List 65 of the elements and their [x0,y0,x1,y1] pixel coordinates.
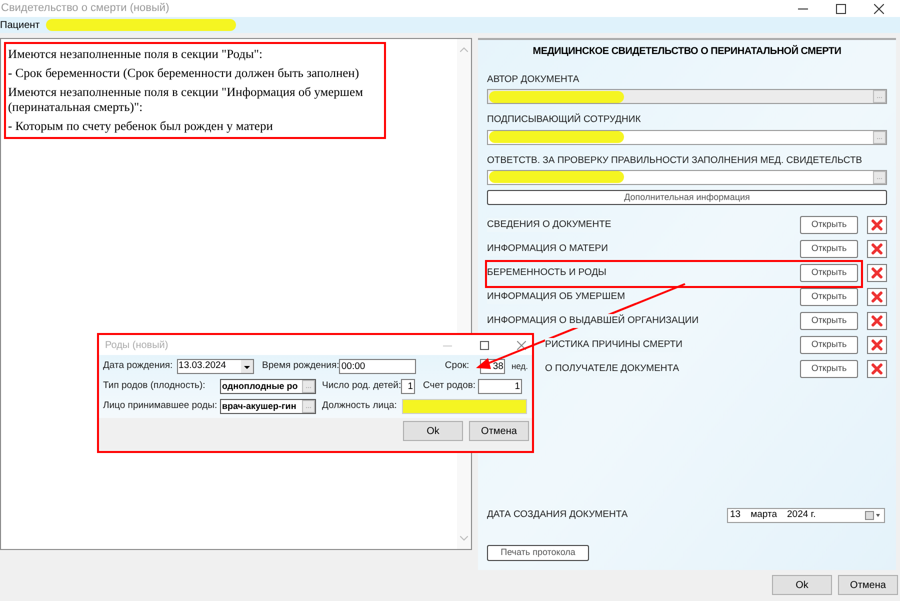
open-button[interactable]: Открыть [800,264,858,282]
warning-message: - Срок беременности (Срок беременности должен быть заполнен) [8,66,360,81]
extra-info-button[interactable]: Дополнительная информация [487,190,887,205]
section-label: ИНФОРМАЦИЯ О ВЫДАВШЕЙ ОРГАНИЗАЦИИ [487,314,699,328]
field-label: Дата рождения: [103,359,174,374]
date-picker[interactable]: 13 марта 2024 г. [727,508,885,523]
section-label: ИНФОРМАЦИЯ О МАТЕРИ [487,242,608,256]
field-label: Лицо принимавшее роды: [103,399,218,414]
section-label: СВЕДЕНИЯ О ДОКУМЕНТЕ [487,218,612,232]
section-label: ИНФОРМАЦИЯ ОБ УМЕРШЕМ [487,290,625,304]
open-button[interactable]: Открыть [800,360,858,378]
cross-icon [871,290,883,303]
field-label: ОТВЕТСТВ. ЗА ПРОВЕРКУ ПРАВИЛЬНОСТИ ЗАПОЛНЕНИЯ МЕД. СВИДЕТЕЛЬСТВ [487,154,864,168]
delete-button[interactable] [867,216,887,234]
unit-label: нед. [511,360,528,373]
dialog-button[interactable]: Отмена [838,575,898,595]
cross-icon [871,338,883,351]
maximize-icon[interactable] [836,4,846,14]
cross-icon [871,314,883,327]
open-button[interactable]: Открыть [800,312,858,330]
dialog-button[interactable]: Ok [403,421,463,441]
open-button[interactable]: Открыть [800,240,858,258]
children-field[interactable]: 1 [401,379,415,394]
delete-button[interactable] [867,288,887,306]
section-label: О ПОЛУЧАТЕЛЕ ДОКУМЕНТА [545,362,680,376]
count-field[interactable]: 1 [478,379,522,394]
delete-button[interactable] [867,336,887,354]
close-icon[interactable] [874,4,884,14]
window-title: Свидетельство о смерти (новый) [0,1,170,16]
delete-button[interactable] [867,360,887,378]
position-field[interactable] [402,399,527,414]
cross-icon [871,362,883,375]
delete-button[interactable] [867,264,887,282]
delete-button[interactable] [867,312,887,330]
field-label: ПОДПИСЫВАЮЩИЙ СОТРУДНИК [487,113,642,128]
open-button[interactable]: Открыть [800,288,858,306]
dialog-button[interactable]: Отмена [469,421,529,441]
field-label: Срок: [444,359,470,374]
warning-message: Имеются незаполненные поля в секции "Роды": [8,47,264,62]
cross-icon [871,218,883,231]
open-button[interactable]: Открыть [800,216,858,234]
field-label: Должность лица: [322,399,398,414]
field-label: Время рождения: [262,359,340,374]
dialog-button[interactable]: Ok [772,575,832,595]
time-field[interactable]: 00:00 [339,359,416,374]
field-label: АВТОР ДОКУМЕНТА [487,73,580,87]
date-field[interactable]: 13.03.2024 [176,359,254,374]
calendar-icon[interactable] [865,510,881,520]
field-label: Тип родов (плодность): [103,379,206,394]
field-label: Счет родов: [423,379,477,394]
dropdown-icon[interactable] [241,360,254,373]
field-label: Число род. детей: [322,379,401,394]
open-button[interactable]: Открыть [800,336,858,354]
patient-label: Пациент [0,18,40,32]
form-title: МЕДИЦИНСКОЕ СВИДЕТЕЛЬСТВО О ПЕРИНАТАЛЬНОЙ СМЕРТИ [532,44,842,59]
warning-message: - Которым по счету ребенок был рожден у матери [8,119,274,134]
dialog-title: Роды (новый) [105,338,168,352]
cross-icon [871,266,883,279]
maximize-icon[interactable] [480,340,489,350]
section-label: БЕРЕМЕННОСТЬ И РОДЫ [487,266,606,280]
date-label: ДАТА СОЗДАНИЯ ДОКУМЕНТА [487,508,628,522]
warning-message: Имеются незаполненные поля в секции "Информация об умершем (перинатальная смерть)": [8,85,364,115]
delete-button[interactable] [867,240,887,258]
print-button[interactable]: Печать протокола [487,544,589,561]
cross-icon [871,242,883,255]
